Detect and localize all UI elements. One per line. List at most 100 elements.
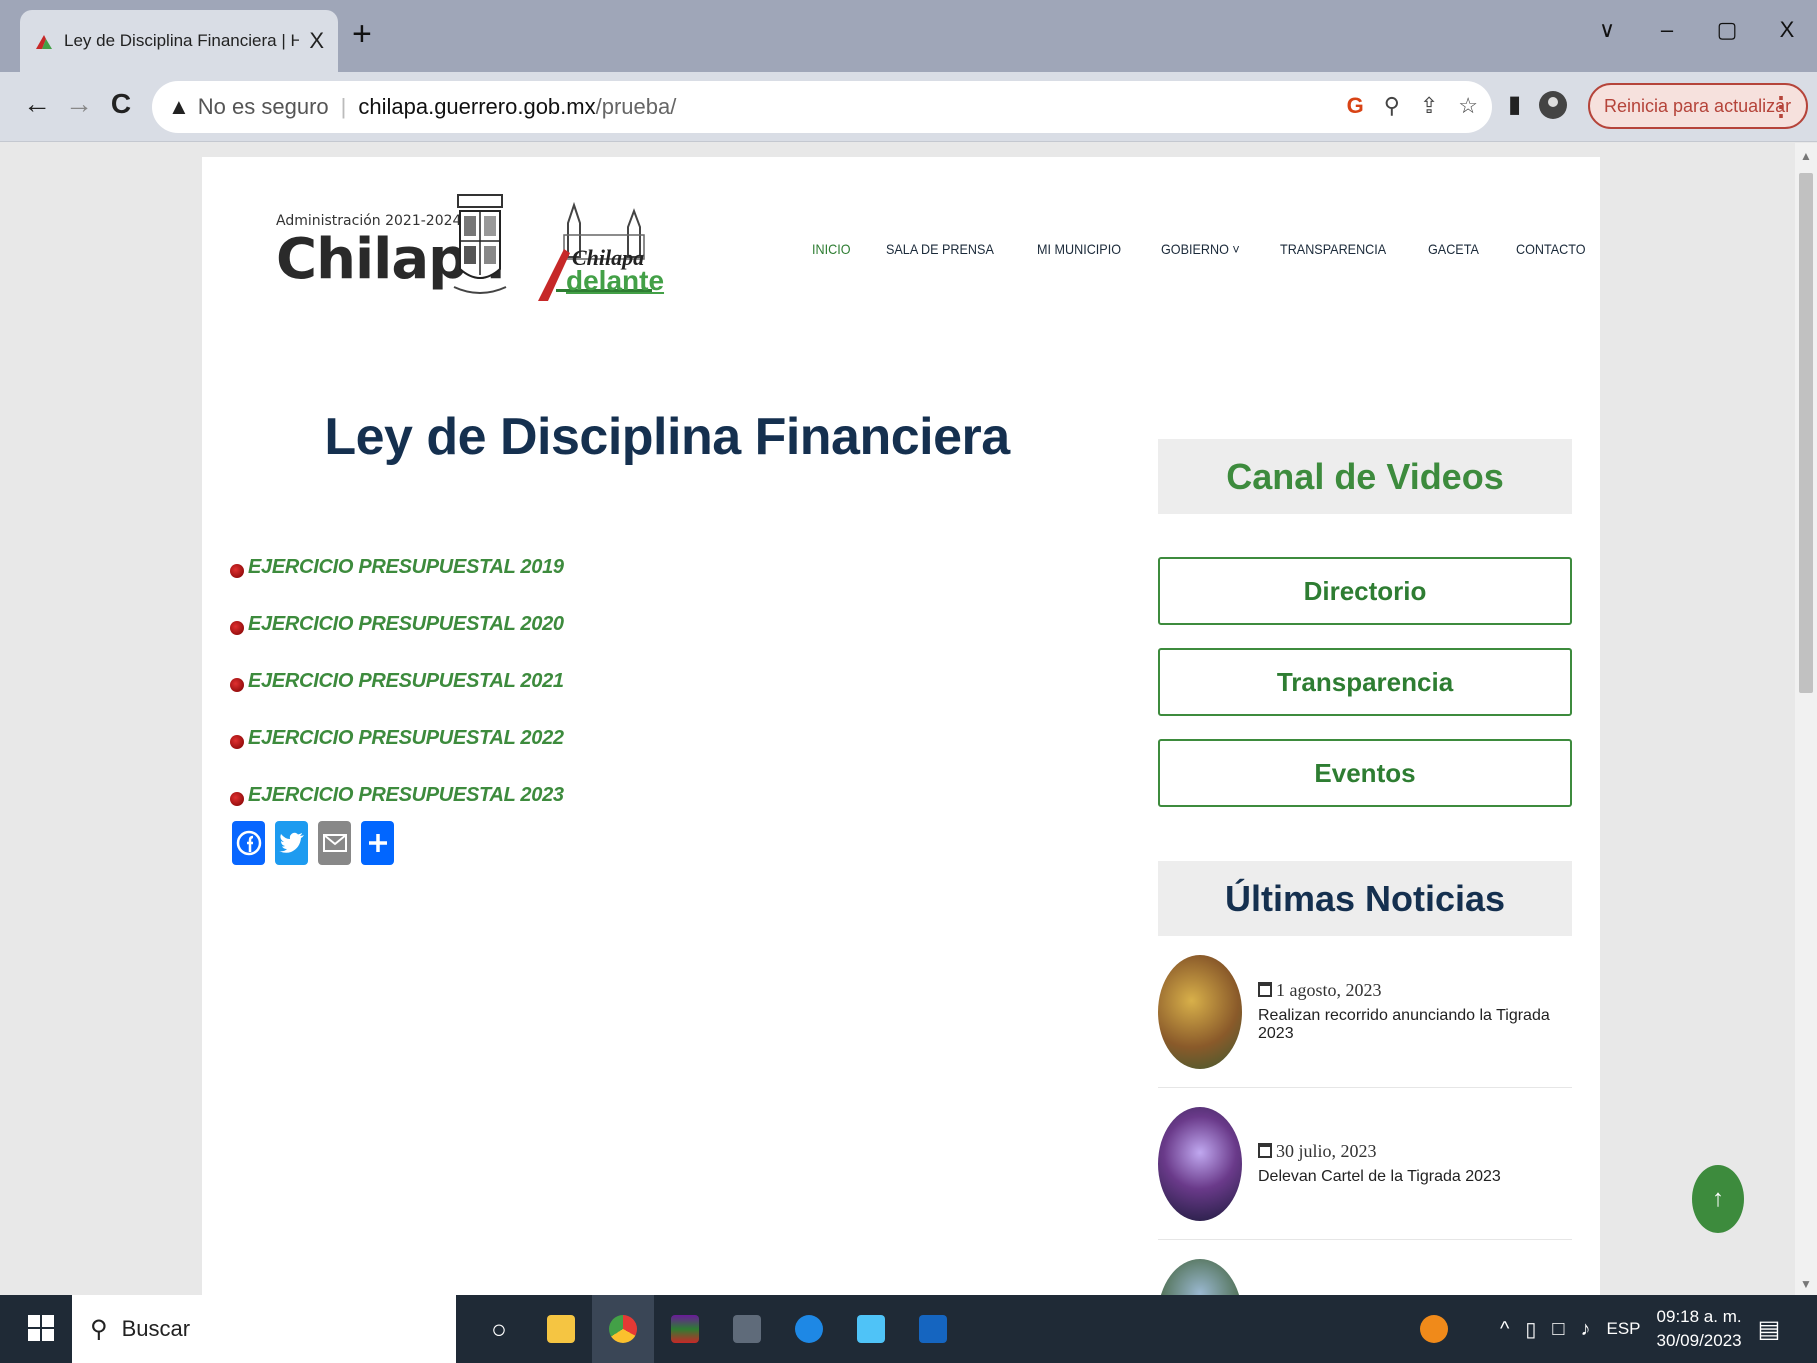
battery-icon[interactable]: ▯ — [1525, 1317, 1536, 1342]
adelante-logo: Chilapa delante — [534, 197, 664, 307]
nav-sala-de-prensa[interactable]: SALA DE PRENSA — [886, 241, 994, 257]
forward-button[interactable]: → — [62, 88, 96, 120]
security-label[interactable]: No es seguro — [198, 94, 329, 120]
new-tab-button[interactable]: + — [352, 16, 372, 52]
scroll-thumb[interactable] — [1799, 173, 1813, 693]
news-item[interactable]: 1 agosto, 2023 Realizan recorrido anunci… — [1158, 936, 1572, 1088]
minimize-button[interactable]: – — [1637, 10, 1697, 50]
tray-expand-icon[interactable]: ^ — [1500, 1318, 1509, 1341]
browser-tab-bar: Ley de Disciplina Financiera | H. A X + … — [0, 0, 1817, 72]
email-icon — [322, 834, 347, 852]
news-item[interactable]: 30 julio, 2023 Delevan Cartel de la Tigr… — [1158, 1088, 1572, 1240]
taskbar-clock[interactable]: 09:18 a. m. 30/09/2023 — [1657, 1305, 1742, 1353]
restart-update-button[interactable]: Reinicia para actualizar ⋮ — [1588, 83, 1808, 129]
exercise-link-2021[interactable]: EJERCICIO PRESUPUESTAL 2021 — [248, 670, 564, 693]
facebook-icon — [236, 830, 261, 856]
close-window-button[interactable]: X — [1757, 10, 1817, 50]
share-buttons — [232, 821, 394, 865]
nav-gobierno[interactable]: GOBIERNO ˅ — [1161, 241, 1240, 257]
site-favicon-icon — [36, 35, 52, 49]
cortana-icon[interactable]: ○ — [468, 1295, 530, 1363]
news-item[interactable] — [1158, 1240, 1572, 1295]
nav-transparencia[interactable]: TRANSPARENCIA — [1280, 241, 1386, 257]
twitter-bird-icon — [278, 832, 304, 853]
canal-de-videos-heading[interactable]: Canal de Videos — [1158, 439, 1572, 514]
plus-icon — [368, 834, 387, 852]
file-explorer-glyph — [547, 1315, 575, 1343]
nav-contacto[interactable]: CONTACTO — [1516, 241, 1586, 257]
page-scrollbar[interactable]: ▲ ▼ — [1795, 143, 1817, 1295]
directorio-button[interactable]: Directorio — [1158, 557, 1572, 625]
toolbar-extensions: ▮ — [1508, 90, 1568, 119]
word-icon[interactable] — [902, 1295, 964, 1363]
taskbar-apps: ○ — [468, 1295, 964, 1363]
taskbar-search-input[interactable]: ⚲ Buscar — [72, 1295, 456, 1363]
list-item: EJERCICIO PRESUPUESTAL 2022 — [230, 710, 564, 767]
tab-search-dropdown-icon[interactable]: ∨ — [1577, 10, 1637, 50]
news-thumbnail[interactable] — [1158, 1106, 1242, 1221]
url-path[interactable]: /prueba/ — [596, 94, 677, 120]
side-panel-icon[interactable]: ▮ — [1508, 90, 1521, 119]
email-share-button[interactable] — [318, 821, 351, 865]
menu-dots-icon[interactable]: ⋮ — [1768, 91, 1794, 122]
winrar-icon[interactable] — [654, 1295, 716, 1363]
tray-app-icon[interactable] — [1420, 1315, 1448, 1343]
url-host[interactable]: chilapa.guerrero.gob.mx — [358, 94, 595, 120]
reload-button[interactable]: C — [104, 88, 138, 120]
profile-avatar-icon[interactable] — [1539, 90, 1568, 119]
transparencia-button[interactable]: Transparencia — [1158, 648, 1572, 716]
exercise-link-2022[interactable]: EJERCICIO PRESUPUESTAL 2022 — [248, 727, 564, 750]
outlook-glyph — [857, 1315, 885, 1343]
nav-mi-municipio[interactable]: MI MUNICIPIO — [1037, 241, 1121, 257]
address-bar[interactable]: ▲ No es seguro | chilapa.guerrero.gob.mx… — [152, 81, 1492, 133]
eventos-button[interactable]: Eventos — [1158, 739, 1572, 807]
clock-date: 30/09/2023 — [1656, 1331, 1742, 1350]
exercise-list: EJERCICIO PRESUPUESTAL 2019 EJERCICIO PR… — [230, 539, 564, 824]
share-icon[interactable]: ⇪ — [1420, 93, 1438, 119]
warning-icon[interactable]: ▲ — [168, 94, 190, 120]
ultimas-noticias-heading: Últimas Noticias — [1158, 861, 1572, 936]
language-indicator[interactable]: ESP — [1607, 1319, 1641, 1339]
bookmark-star-icon[interactable]: ☆ — [1458, 93, 1478, 119]
outlook-icon[interactable] — [840, 1295, 902, 1363]
twitter-share-button[interactable] — [275, 821, 308, 865]
teamviewer-icon[interactable] — [778, 1295, 840, 1363]
more-share-button[interactable] — [361, 821, 394, 865]
zoom-icon[interactable]: ⚲ — [1384, 93, 1400, 119]
list-item: EJERCICIO PRESUPUESTAL 2023 — [230, 767, 564, 824]
page-content: Administración 2021-2024 Chilapa Chilapa… — [202, 157, 1600, 1295]
exercise-link-2020[interactable]: EJERCICIO PRESUPUESTAL 2020 — [248, 613, 564, 636]
file-explorer-icon[interactable] — [530, 1295, 592, 1363]
calculator-icon[interactable] — [716, 1295, 778, 1363]
back-button[interactable]: ← — [20, 88, 54, 120]
nav-inicio[interactable]: INICIO — [812, 241, 851, 257]
url-separator: | — [340, 94, 347, 119]
network-icon[interactable]: □ — [1552, 1318, 1564, 1341]
windows-start-icon[interactable] — [28, 1315, 54, 1341]
news-thumbnail[interactable] — [1158, 954, 1242, 1069]
news-thumbnail[interactable] — [1158, 1259, 1242, 1295]
tab-close-icon[interactable]: X — [309, 28, 324, 54]
list-item: EJERCICIO PRESUPUESTAL 2021 — [230, 653, 564, 710]
site-logo[interactable]: Administración 2021-2024 Chilapa Chilapa… — [276, 191, 676, 311]
scroll-to-top-button[interactable]: ↑ — [1692, 1165, 1744, 1233]
exercise-link-2023[interactable]: EJERCICIO PRESUPUESTAL 2023 — [248, 784, 564, 807]
calendar-icon — [1258, 982, 1272, 997]
windows-taskbar: ⚲ Buscar ○ ^ ▯ □ ♪ ESP 09:18 a. m. 30/09… — [0, 1295, 1817, 1363]
chrome-icon[interactable] — [592, 1295, 654, 1363]
browser-tab[interactable]: Ley de Disciplina Financiera | H. A X — [20, 10, 338, 72]
facebook-share-button[interactable] — [232, 821, 265, 865]
notifications-icon[interactable]: ▤ — [1758, 1315, 1781, 1344]
news-text: 1 agosto, 2023 Realizan recorrido anunci… — [1258, 980, 1572, 1043]
maximize-button[interactable]: ▢ — [1697, 10, 1757, 50]
google-lens-icon[interactable]: G — [1347, 93, 1364, 119]
exercise-link-2019[interactable]: EJERCICIO PRESUPUESTAL 2019 — [248, 556, 564, 579]
arrow-up-icon: ↑ — [1712, 1185, 1724, 1212]
volume-icon[interactable]: ♪ — [1581, 1318, 1591, 1341]
scroll-down-arrow-icon[interactable]: ▼ — [1800, 1277, 1812, 1291]
news-title-link[interactable]: Delevan Cartel de la Tigrada 2023 — [1258, 1168, 1501, 1186]
news-title-link[interactable]: Realizan recorrido anunciando la Tigrada… — [1258, 1007, 1572, 1043]
scroll-up-arrow-icon[interactable]: ▲ — [1800, 149, 1812, 163]
clock-time: 09:18 a. m. — [1656, 1307, 1742, 1326]
nav-gaceta[interactable]: GACETA — [1428, 241, 1479, 257]
